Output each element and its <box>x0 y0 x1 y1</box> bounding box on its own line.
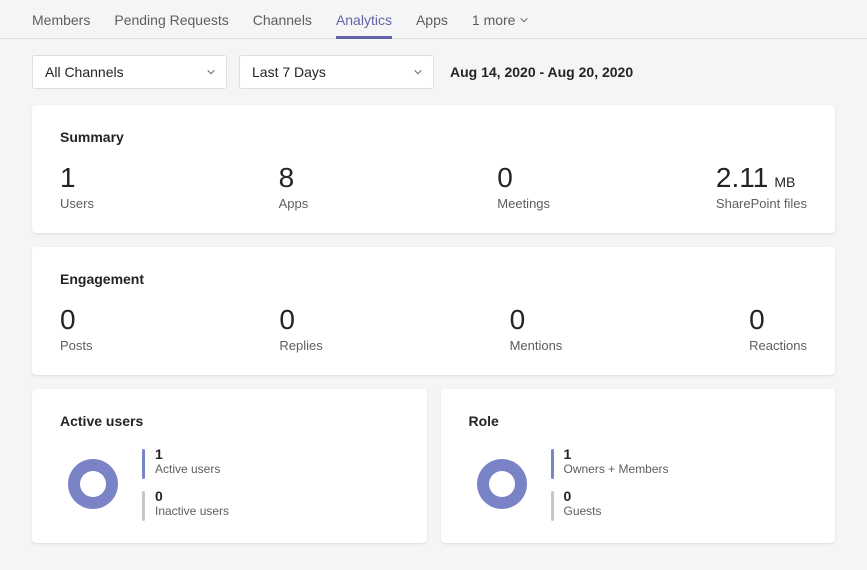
chevron-down-icon <box>519 15 529 25</box>
chevron-down-icon <box>206 67 216 77</box>
legend-active-label: Active users <box>155 462 220 476</box>
stat-mentions-value: 0 <box>510 305 563 336</box>
active-users-donut-chart <box>68 459 118 509</box>
stat-users-label: Users <box>60 196 279 211</box>
stat-apps-value: 8 <box>279 163 498 194</box>
stat-meetings-label: Meetings <box>497 196 716 211</box>
stat-meetings-value: 0 <box>497 163 716 194</box>
tab-analytics[interactable]: Analytics <box>336 12 392 38</box>
tab-more-label: 1 more <box>472 12 516 28</box>
stat-files: 2.11 MB SharePoint files <box>716 163 807 211</box>
tab-apps[interactable]: Apps <box>416 12 448 38</box>
stat-apps: 8 Apps <box>279 163 498 211</box>
stat-posts: 0 Posts <box>60 305 93 353</box>
role-title: Role <box>469 413 808 429</box>
stat-replies-label: Replies <box>279 338 322 353</box>
tab-pending-requests[interactable]: Pending Requests <box>114 12 228 38</box>
legend-bar-icon <box>142 449 145 479</box>
stat-files-unit: MB <box>774 175 795 190</box>
stat-meetings: 0 Meetings <box>497 163 716 211</box>
legend-active-value: 1 <box>155 447 220 462</box>
stat-mentions: 0 Mentions <box>510 305 563 353</box>
filter-bar: All Channels Last 7 Days Aug 14, 2020 - … <box>0 39 867 105</box>
legend-owners-value: 1 <box>564 447 669 462</box>
active-users-title: Active users <box>60 413 399 429</box>
legend-bar-icon <box>142 491 145 521</box>
period-select-value: Last 7 Days <box>252 64 326 80</box>
active-users-card: Active users 1 Active users 0 <box>32 389 427 543</box>
summary-card: Summary 1 Users 8 Apps 0 Meetings 2.11 M… <box>32 105 835 233</box>
role-card: Role 1 Owners + Members 0 <box>441 389 836 543</box>
legend-inactive: 0 Inactive users <box>142 489 229 521</box>
tab-members[interactable]: Members <box>32 12 90 38</box>
summary-title: Summary <box>60 129 807 145</box>
legend-guests-label: Guests <box>564 504 602 518</box>
stat-files-label: SharePoint files <box>716 196 807 211</box>
legend-guests-value: 0 <box>564 489 602 504</box>
stat-reactions: 0 Reactions <box>749 305 807 353</box>
tab-more[interactable]: 1 more <box>472 12 530 38</box>
tab-bar: Members Pending Requests Channels Analyt… <box>0 0 867 39</box>
stat-replies: 0 Replies <box>279 305 322 353</box>
legend-owners-label: Owners + Members <box>564 462 669 476</box>
channel-select[interactable]: All Channels <box>32 55 227 89</box>
stat-users: 1 Users <box>60 163 279 211</box>
legend-guests: 0 Guests <box>551 489 669 521</box>
legend-owners: 1 Owners + Members <box>551 447 669 479</box>
stat-mentions-label: Mentions <box>510 338 563 353</box>
stat-users-value: 1 <box>60 163 279 194</box>
stat-posts-value: 0 <box>60 305 93 336</box>
legend-inactive-label: Inactive users <box>155 504 229 518</box>
legend-bar-icon <box>551 491 554 521</box>
role-legend: 1 Owners + Members 0 Guests <box>551 447 669 521</box>
chevron-down-icon <box>413 67 423 77</box>
role-donut-chart <box>477 459 527 509</box>
stat-reactions-label: Reactions <box>749 338 807 353</box>
engagement-title: Engagement <box>60 271 807 287</box>
stat-apps-label: Apps <box>279 196 498 211</box>
stat-files-value: 2.11 <box>716 163 768 194</box>
channel-select-value: All Channels <box>45 64 124 80</box>
legend-bar-icon <box>551 449 554 479</box>
stat-reactions-value: 0 <box>749 305 807 336</box>
date-range: Aug 14, 2020 - Aug 20, 2020 <box>446 64 633 80</box>
legend-active: 1 Active users <box>142 447 229 479</box>
stat-posts-label: Posts <box>60 338 93 353</box>
engagement-card: Engagement 0 Posts 0 Replies 0 Mentions … <box>32 247 835 375</box>
period-select[interactable]: Last 7 Days <box>239 55 434 89</box>
active-users-legend: 1 Active users 0 Inactive users <box>142 447 229 521</box>
tab-channels[interactable]: Channels <box>253 12 312 38</box>
legend-inactive-value: 0 <box>155 489 229 504</box>
stat-replies-value: 0 <box>279 305 322 336</box>
